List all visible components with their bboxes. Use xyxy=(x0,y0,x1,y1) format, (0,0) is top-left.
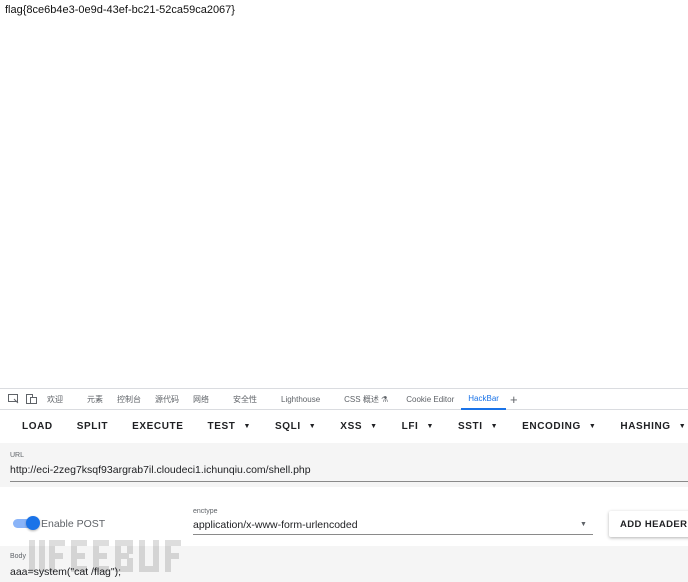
tab-security[interactable]: 安全性 xyxy=(226,389,264,410)
inspect-element-icon[interactable] xyxy=(4,391,22,407)
encoding-menu-label: ENCODING xyxy=(522,420,581,432)
tab-console[interactable]: 控制台 xyxy=(110,389,148,410)
chevron-down-icon: ▼ xyxy=(678,422,687,430)
enctype-label: enctype xyxy=(193,508,218,515)
chevron-down-icon: ▼ xyxy=(370,422,378,430)
tab-lighthouse[interactable]: Lighthouse xyxy=(274,389,327,410)
enable-post-label[interactable]: Enable POST xyxy=(41,518,105,530)
chevron-down-icon: ▼ xyxy=(308,422,317,430)
tab-welcome[interactable]: 欢迎 xyxy=(40,389,70,410)
xss-menu-button[interactable]: XSS ▼ xyxy=(328,410,389,442)
add-header-button[interactable]: ADD HEADER xyxy=(609,511,688,537)
tab-elements[interactable]: 元素 xyxy=(80,389,110,410)
device-toolbar-icon[interactable] xyxy=(22,391,40,407)
enable-post-toggle[interactable] xyxy=(13,516,40,530)
post-options-row: Enable POST enctype application/x-www-fo… xyxy=(0,502,688,542)
execute-button[interactable]: EXECUTE xyxy=(120,410,195,442)
split-button[interactable]: SPLIT xyxy=(65,410,120,442)
enctype-select[interactable]: application/x-www-form-urlencoded xyxy=(193,519,358,531)
tab-css-overview[interactable]: CSS 概述 ⚗ xyxy=(337,389,395,410)
test-menu-button[interactable]: TEST ▼ xyxy=(196,410,264,442)
tab-sources[interactable]: 源代码 xyxy=(148,389,186,410)
ssti-menu-label: SSTI xyxy=(457,420,483,432)
lfi-menu-label: LFI xyxy=(401,420,419,432)
url-underline xyxy=(10,481,688,482)
hackbar-toolbar: LOAD SPLIT EXECUTE TEST ▼ SQLI ▼ XSS ▼ L… xyxy=(0,410,688,442)
chevron-down-icon: ▼ xyxy=(426,422,434,430)
watermark-logo xyxy=(29,540,181,572)
devtools-panel: 欢迎 元素 控制台 源代码 网络 安全性 Lighthouse CSS 概述 ⚗… xyxy=(0,388,688,582)
sqli-menu-label: SQLI xyxy=(275,420,301,432)
lfi-menu-button[interactable]: LFI ▼ xyxy=(390,410,446,442)
add-tab-icon[interactable]: + xyxy=(506,389,522,410)
enctype-underline xyxy=(193,534,593,535)
devtools-tab-bar: 欢迎 元素 控制台 源代码 网络 安全性 Lighthouse CSS 概述 ⚗… xyxy=(0,389,688,410)
body-label: Body xyxy=(10,553,26,560)
chevron-down-icon: ▼ xyxy=(243,422,252,430)
tab-network[interactable]: 网络 xyxy=(186,389,216,410)
test-menu-label: TEST xyxy=(207,420,236,432)
hashing-menu-label: HASHING xyxy=(620,420,671,432)
chevron-down-icon: ▼ xyxy=(490,422,499,430)
dropdown-arrow-icon[interactable]: ▼ xyxy=(580,521,587,528)
url-input[interactable]: http://eci-2zeg7ksqf93argrab7il.cloudeci… xyxy=(10,464,311,476)
url-label: URL xyxy=(10,452,25,459)
tab-cookie-editor[interactable]: Cookie Editor xyxy=(399,389,461,410)
load-button[interactable]: LOAD xyxy=(10,410,65,442)
encoding-menu-button[interactable]: ENCODING ▼ xyxy=(510,410,608,442)
sqli-menu-button[interactable]: SQLI ▼ xyxy=(263,410,328,442)
page-output-text: flag{8ce6b4e3-0e9d-43ef-bc21-52ca59ca206… xyxy=(5,4,235,16)
chevron-down-icon: ▼ xyxy=(588,422,597,430)
tab-hackbar[interactable]: HackBar xyxy=(461,389,506,410)
xss-menu-label: XSS xyxy=(340,420,363,432)
url-field[interactable]: URL http://eci-2zeg7ksqf93argrab7il.clou… xyxy=(0,443,688,487)
toggle-knob[interactable] xyxy=(26,516,40,530)
hashing-menu-button[interactable]: HASHING ▼ xyxy=(608,410,688,442)
ssti-menu-button[interactable]: SSTI ▼ xyxy=(446,410,510,442)
